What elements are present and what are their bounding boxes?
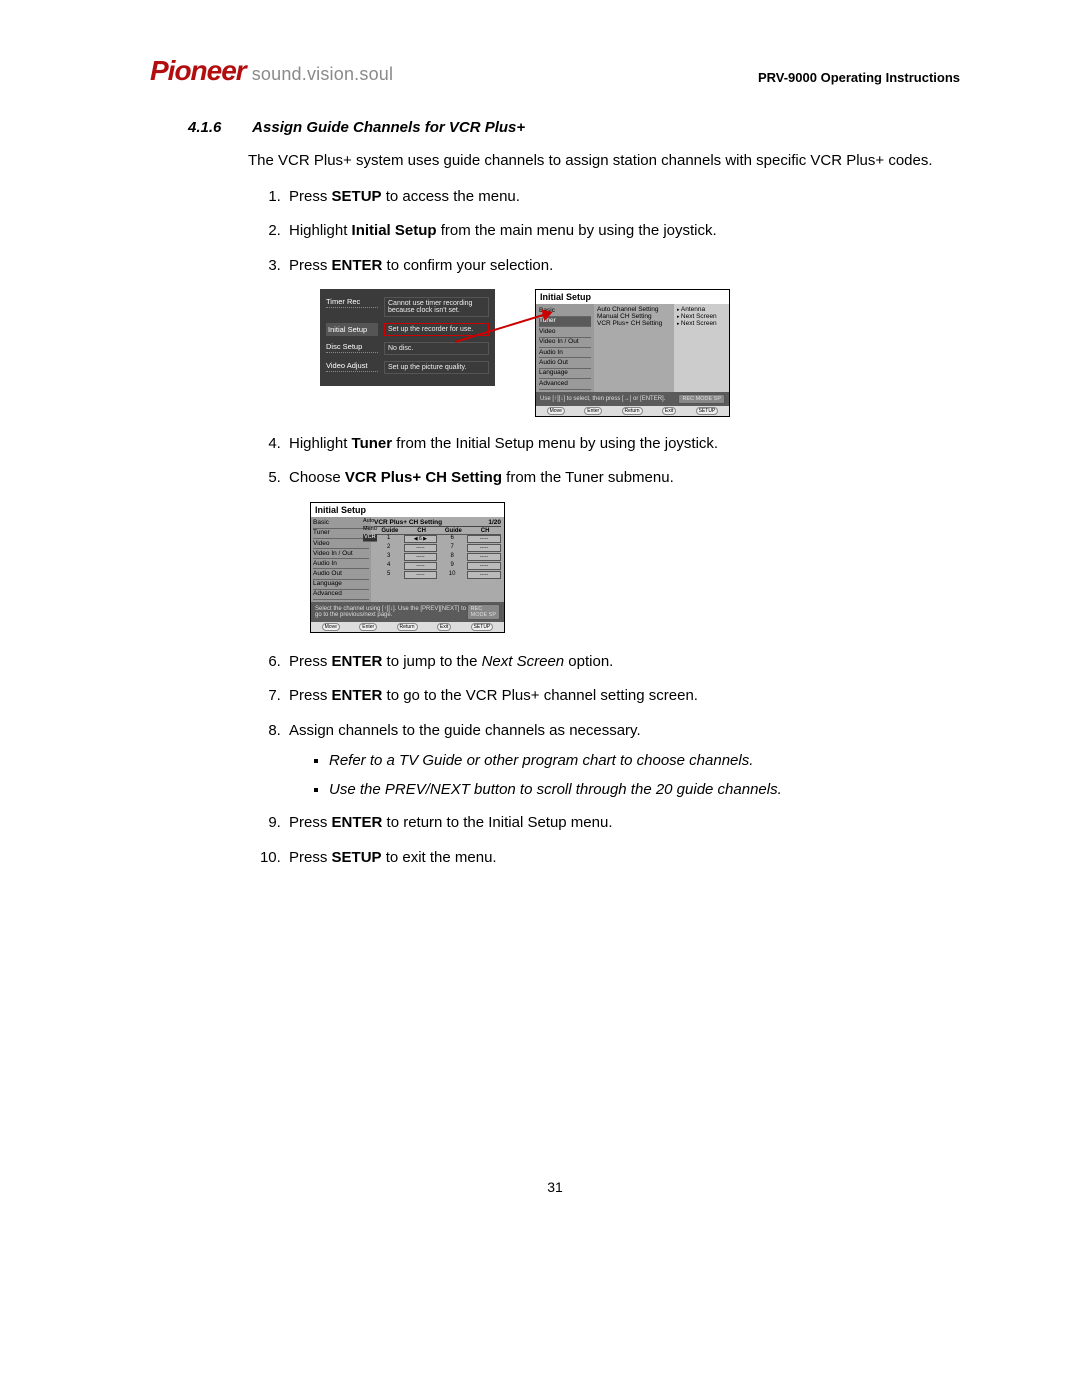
figure-1: Timer RecCannot use timer recording beca… <box>320 289 960 417</box>
page-number: 31 <box>150 1179 960 1195</box>
step-8-note-1: Refer to a TV Guide or other program cha… <box>329 750 960 771</box>
footer-buttons-2: Move Enter Return Exit SETUP <box>311 622 504 632</box>
step-6: Press ENTER to jump to the Next Screen o… <box>285 651 960 674</box>
intro-paragraph: The VCR Plus+ system uses guide channels… <box>248 150 960 172</box>
vcr-plus-setting-screenshot: Initial Setup Basic Tuner Video Video In… <box>310 502 505 633</box>
step-3: Press ENTER to confirm your selection. <box>285 255 960 278</box>
step-10: Press SETUP to exit the menu. <box>285 847 960 870</box>
step-1: Press SETUP to access the menu. <box>285 186 960 209</box>
step-list: Press SETUP to access the menu. Highligh… <box>285 186 960 278</box>
section-title: Assign Guide Channels for VCR Plus+ <box>252 119 525 136</box>
setup-sidebar-2: Basic Tuner Video Video In / Out Audio I… <box>311 517 371 602</box>
brand-name: Pioneer <box>150 55 246 87</box>
brand-logo: Pioneer sound.vision.soul <box>150 55 393 87</box>
step-2: Highlight Initial Setup from the main me… <box>285 220 960 243</box>
brand-tagline: sound.vision.soul <box>252 64 394 85</box>
step-8-sublist: Refer to a TV Guide or other program cha… <box>329 750 960 800</box>
step-7: Press ENTER to go to the VCR Plus+ chann… <box>285 685 960 708</box>
page-header: Pioneer sound.vision.soul PRV-9000 Opera… <box>150 55 960 89</box>
footer-buttons: Move Enter Return Exit SETUP <box>536 406 729 416</box>
step-list-cont: Highlight Tuner from the Initial Setup m… <box>285 433 960 490</box>
step-8: Assign channels to the guide channels as… <box>285 720 960 801</box>
initial-setup-values: Antenna Next Screen Next Screen <box>674 304 729 392</box>
section-number: 4.1.6 <box>188 119 248 136</box>
initial-setup-screenshot: Initial Setup Basic Tuner Video Video In… <box>535 289 730 417</box>
initial-setup-submenu: Auto Channel Setting Manual CH Setting V… <box>594 304 674 392</box>
figure-2: Initial Setup Basic Tuner Video Video In… <box>310 502 960 633</box>
hint-bar-2: Select the channel using [↑][↓]. Use the… <box>311 602 504 622</box>
step-4: Highlight Tuner from the Initial Setup m… <box>285 433 960 456</box>
step-9: Press ENTER to return to the Initial Set… <box>285 812 960 835</box>
guide-channel-table: VCR Plus+ CH Setting1/20 GuideCH GuideCH… <box>371 517 504 602</box>
section-heading: 4.1.6 Assign Guide Channels for VCR Plus… <box>188 119 960 136</box>
document-title: PRV-9000 Operating Instructions <box>758 70 960 87</box>
step-5: Choose VCR Plus+ CH Setting from the Tun… <box>285 467 960 490</box>
hint-bar: Use [↑][↓] to select, then press [→] or … <box>536 392 729 406</box>
step-8-note-2: Use the PREV/NEXT button to scroll throu… <box>329 779 960 800</box>
step-list-cont2: Press ENTER to jump to the Next Screen o… <box>285 651 960 870</box>
